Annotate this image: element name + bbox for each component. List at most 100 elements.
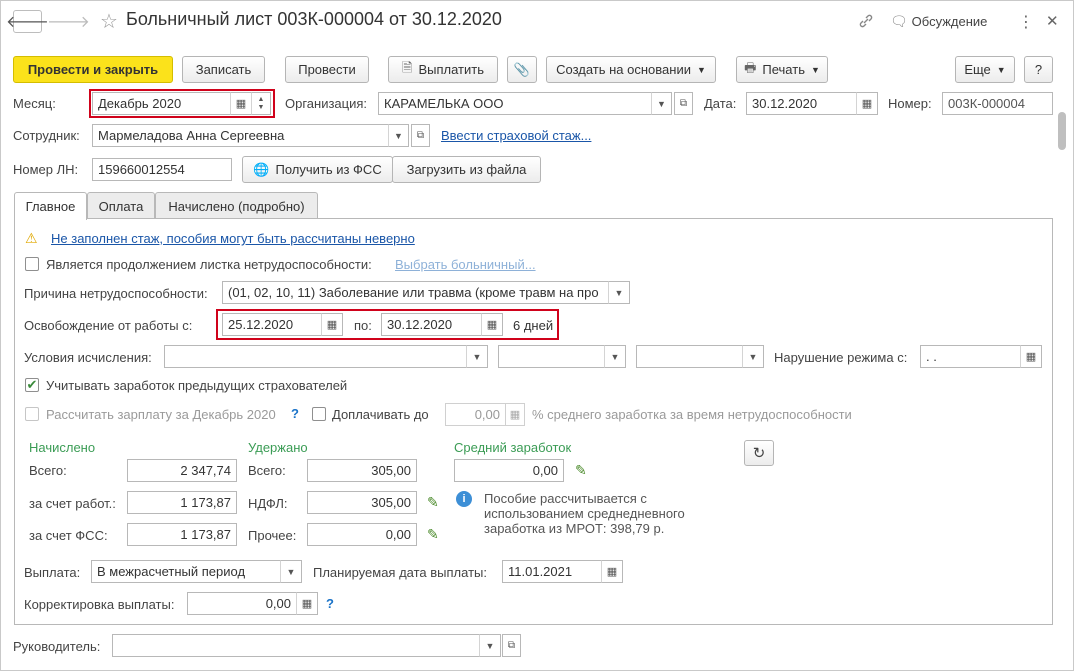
edit-average-pencil-icon[interactable]: ✎: [575, 462, 587, 479]
post-button[interactable]: Провести: [285, 56, 369, 83]
employee-open-button[interactable]: ⧉: [411, 124, 430, 147]
edit-ndfl-pencil-icon[interactable]: ✎: [427, 494, 439, 511]
caret-down-icon: ▼: [286, 566, 296, 577]
planned-date-field[interactable]: 11.01.2021: [502, 560, 602, 583]
average-earnings-header: Средний заработок: [454, 440, 572, 455]
vertical-scrollbar[interactable]: [1058, 106, 1068, 666]
tab-payment[interactable]: Оплата: [87, 192, 155, 219]
calc-condition-1-dropdown[interactable]: ▼: [466, 345, 488, 368]
planned-date-calendar-button[interactable]: ▦: [601, 560, 623, 583]
more-menu-icon[interactable]: ⋮: [1018, 12, 1034, 32]
tab-main[interactable]: Главное: [14, 192, 87, 220]
accrued-total-label: Всего:: [29, 463, 67, 478]
consider-earnings-checkbox[interactable]: ✔: [25, 378, 39, 392]
calc-condition-3-field[interactable]: [636, 345, 743, 368]
top-up-calc-button[interactable]: ▦: [505, 403, 525, 426]
top-up-field[interactable]: 0,00: [445, 403, 506, 426]
print-button[interactable]: 🖶 Печать ▼: [736, 56, 828, 83]
caret-down-icon: ▼: [394, 130, 403, 141]
choose-sick-leave-link[interactable]: Выбрать больничный...: [395, 257, 536, 272]
date-label: Дата:: [704, 96, 737, 111]
caret-down-icon: ▼: [696, 64, 706, 75]
caret-down-icon: ▼: [485, 640, 495, 651]
load-from-file-button[interactable]: Загрузить из файла: [392, 156, 541, 183]
date-field[interactable]: 30.12.2020: [746, 92, 857, 115]
calc-condition-1-field[interactable]: [164, 345, 467, 368]
release-label: Освобождение от работы с:: [24, 318, 193, 333]
manager-dropdown[interactable]: ▼: [479, 634, 501, 657]
correction-help-icon[interactable]: ?: [326, 596, 334, 611]
organization-open-button[interactable]: ⧉: [674, 92, 693, 115]
reason-dropdown[interactable]: ▼: [608, 281, 630, 304]
info-icon: i: [456, 491, 472, 507]
create-based-on-button[interactable]: Создать на основании ▼: [546, 56, 716, 83]
payout-dropdown[interactable]: ▼: [280, 560, 302, 583]
organization-label: Организация:: [285, 96, 368, 111]
regime-violation-calendar-button[interactable]: ▦: [1020, 345, 1042, 368]
pay-button[interactable]: 🗎 Выплатить: [388, 56, 498, 83]
regime-violation-field[interactable]: . .: [920, 345, 1021, 368]
favorite-star-icon[interactable]: ☆: [100, 9, 118, 34]
calc-salary-help-icon[interactable]: ?: [291, 406, 299, 421]
paperclip-icon: 📎: [513, 61, 531, 77]
calc-condition-2-field[interactable]: [498, 345, 605, 368]
calc-condition-3-dropdown[interactable]: ▼: [742, 345, 764, 368]
organization-dropdown[interactable]: ▼: [651, 92, 672, 115]
scrollbar-thumb[interactable]: [1058, 112, 1066, 150]
month-label: Месяц:: [13, 96, 56, 111]
back-button[interactable]: 🡐: [6, 10, 49, 33]
refresh-button[interactable]: ↻: [744, 440, 774, 466]
warning-link[interactable]: Не заполнен стаж, пособия могут быть рас…: [51, 231, 415, 246]
employee-field[interactable]: Мармеладова Анна Сергеевна: [92, 124, 389, 147]
attach-button[interactable]: 📎: [507, 56, 537, 83]
insurance-experience-link[interactable]: Ввести страховой стаж...: [441, 128, 591, 143]
print-label: Печать: [762, 62, 805, 77]
payout-field[interactable]: В межрасчетный период: [91, 560, 281, 583]
top-up-checkbox[interactable]: [312, 407, 326, 421]
link-icon[interactable]: [858, 13, 874, 32]
reason-field[interactable]: (01, 02, 10, 11) Заболевание или травма …: [222, 281, 609, 304]
open-form-icon: ⧉: [416, 130, 425, 141]
help-button[interactable]: ?: [1024, 56, 1053, 83]
reason-label: Причина нетрудоспособности:: [24, 286, 208, 301]
close-icon[interactable]: ✕: [1046, 12, 1059, 30]
top-up-suffix: % среднего заработка за время нетрудоспо…: [532, 407, 852, 422]
calendar-icon: ▦: [1025, 351, 1037, 363]
calc-condition-2-dropdown[interactable]: ▼: [604, 345, 626, 368]
withheld-total-label: Всего:: [248, 463, 286, 478]
refresh-icon: ↻: [752, 445, 766, 462]
ln-number-label: Номер ЛН:: [13, 162, 79, 177]
withheld-total-field: 305,00: [307, 459, 417, 482]
number-field[interactable]: 003К-000004: [942, 92, 1053, 115]
more-label: Еще: [964, 62, 991, 77]
calculator-icon: ▦: [301, 598, 313, 610]
accrued-fss-label: за счет ФСС:: [29, 528, 108, 543]
calc-salary-label: Рассчитать зарплату за Декабрь 2020: [46, 407, 276, 422]
save-button[interactable]: Записать: [182, 56, 265, 83]
post-and-close-button[interactable]: Провести и закрыть: [13, 56, 173, 83]
manager-field[interactable]: [112, 634, 480, 657]
info-text-line-3: заработка из МРОТ: 398,79 р.: [484, 521, 665, 536]
employee-dropdown[interactable]: ▼: [388, 124, 409, 147]
calculator-icon: ▦: [509, 409, 521, 421]
create-based-on-label: Создать на основании: [556, 62, 691, 77]
employee-label: Сотрудник:: [13, 128, 80, 143]
correction-calc-button[interactable]: ▦: [296, 592, 318, 615]
continuation-checkbox[interactable]: [25, 257, 39, 271]
discussion-button[interactable]: 🗨 Обсуждение: [890, 13, 987, 30]
tab-accrued-detailed[interactable]: Начислено (подробно): [155, 192, 318, 219]
edit-other-pencil-icon[interactable]: ✎: [427, 526, 439, 543]
correction-field[interactable]: 0,00: [187, 592, 297, 615]
ln-number-field[interactable]: 159660012554: [92, 158, 232, 181]
accrued-employer-field: 1 173,87: [127, 491, 237, 514]
manager-open-button[interactable]: ⧉: [502, 634, 521, 657]
more-button[interactable]: Еще ▼: [955, 56, 1015, 83]
get-from-fss-button[interactable]: 🌐 Получить из ФСС: [242, 156, 393, 183]
calc-salary-checkbox[interactable]: [25, 407, 39, 421]
accrued-employer-label: за счет работ.:: [29, 496, 116, 511]
forward-button[interactable]: 🡒: [47, 10, 90, 33]
date-calendar-button[interactable]: ▦: [856, 92, 878, 115]
organization-field[interactable]: КАРАМЕЛЬКА ООО: [378, 92, 652, 115]
other-withheld-label: Прочее:: [248, 528, 297, 543]
chat-icon: 🗨: [890, 13, 908, 29]
